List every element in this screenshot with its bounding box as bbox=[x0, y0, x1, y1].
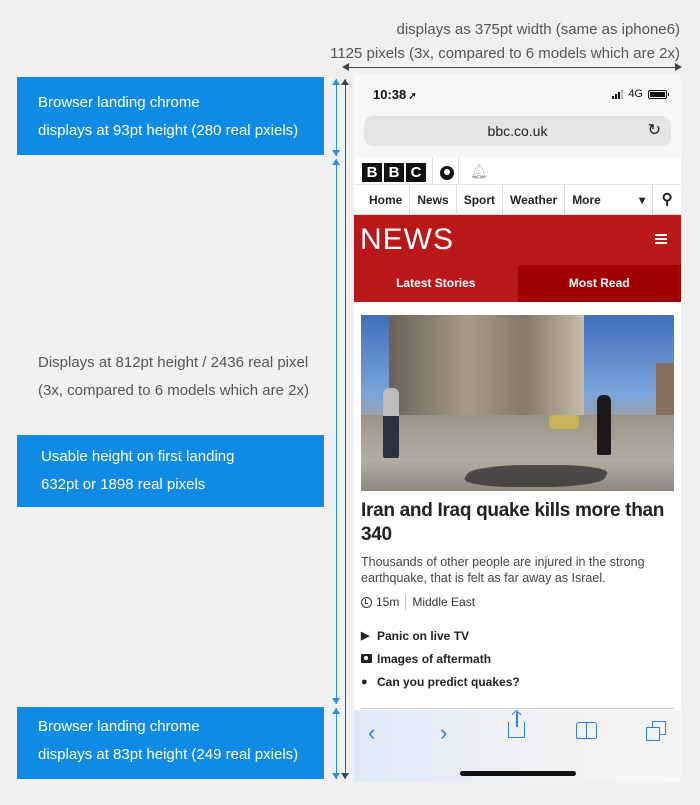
notification-bell-icon[interactable]: 🔔︎ bbox=[470, 163, 488, 180]
safari-toolbar: ‹ › bbox=[354, 710, 681, 782]
related-links: ▶ Panic on live TV Images of aftermath ● C… bbox=[361, 624, 674, 693]
story-meta: 15m Middle East bbox=[361, 594, 674, 610]
camera-icon bbox=[361, 654, 372, 663]
bbc-nav: Home News Sport Weather More ▾ ⚲ bbox=[354, 185, 681, 215]
story-summary: Thousands of other people are injured in… bbox=[361, 555, 645, 585]
top-chrome-height-arrow bbox=[332, 79, 340, 156]
width-arrow bbox=[342, 63, 682, 71]
network-type: 4G bbox=[628, 88, 643, 100]
story-age: 15m bbox=[376, 595, 400, 609]
bottom-chrome-height-arrow bbox=[332, 708, 340, 779]
tabs-icon[interactable] bbox=[646, 721, 666, 741]
total-height-line-2: (3x, compared to 6 models which are 2x) bbox=[38, 382, 309, 399]
usable-height-arrow bbox=[332, 159, 340, 704]
width-annotation: displays as 375pt width (same as iphone6… bbox=[330, 18, 680, 66]
related-link[interactable]: Images of aftermath bbox=[361, 647, 674, 670]
tab-most-read[interactable]: Most Read bbox=[517, 265, 681, 302]
related-label: Images of aftermath bbox=[377, 651, 492, 666]
top-story: Iran and Iraq quake kills more than 340 … bbox=[354, 315, 681, 718]
nav-sport[interactable]: Sport bbox=[457, 185, 504, 214]
related-link[interactable]: ● Can you predict quakes? bbox=[361, 670, 674, 693]
story-section-link[interactable]: Middle East bbox=[412, 595, 475, 609]
bbc-header: B B C 🔔︎ bbox=[354, 157, 681, 185]
usable-height-line-2: 632pt or 1898 real pixels bbox=[41, 476, 206, 493]
story-headline[interactable]: Iran and Iraq quake kills more than 340 bbox=[361, 499, 674, 547]
divider bbox=[405, 594, 407, 610]
bottom-chrome-line-1: Browser landing chrome bbox=[38, 718, 200, 735]
divider bbox=[361, 708, 674, 709]
story-image[interactable] bbox=[361, 315, 674, 491]
nav-home[interactable]: Home bbox=[362, 185, 411, 214]
logo-letter: C bbox=[406, 163, 426, 182]
news-banner: NEWS bbox=[354, 215, 681, 265]
nav-weather[interactable]: Weather bbox=[503, 185, 566, 214]
time-text: 10:38 bbox=[373, 87, 407, 102]
related-label: Can you predict quakes? bbox=[377, 674, 520, 689]
bottom-chrome-annotation: Browser landing chrome displays at 83pt … bbox=[17, 707, 324, 779]
nav-more-label: More bbox=[572, 193, 601, 207]
account-icon[interactable] bbox=[440, 166, 454, 180]
width-note-line-1: displays as 375pt width (same as iphone6… bbox=[396, 21, 681, 38]
status-indicators: 4G bbox=[612, 88, 669, 100]
address-bar[interactable]: bbc.co.uk ↻ bbox=[364, 116, 671, 146]
menu-icon[interactable] bbox=[655, 234, 667, 246]
divider bbox=[458, 157, 459, 185]
play-icon: ▶ bbox=[361, 630, 370, 642]
top-chrome-line-2: displays at 93pt height (280 real pxiels… bbox=[38, 122, 299, 139]
logo-letter: B bbox=[362, 163, 382, 182]
phone-screen: 10:38 ➚ 4G bbc.co.uk ↻ B B C 🔔︎ Home News… bbox=[354, 75, 681, 782]
bottom-chrome-line-2: displays at 83pt height (249 real pxiels… bbox=[38, 746, 299, 763]
bookmarks-icon[interactable] bbox=[576, 722, 598, 739]
nav-more[interactable]: More ▾ bbox=[565, 185, 654, 214]
bullet-icon: ● bbox=[361, 675, 368, 688]
total-height-annotation: Displays at 812pt height / 2436 real pix… bbox=[38, 349, 309, 405]
tab-latest-stories[interactable]: Latest Stories bbox=[354, 265, 518, 302]
news-tabs: Latest Stories Most Read bbox=[354, 265, 681, 302]
status-bar: 10:38 ➚ 4G bbox=[354, 75, 681, 113]
search-icon[interactable]: ⚲ bbox=[653, 185, 681, 214]
nav-news[interactable]: News bbox=[410, 185, 457, 214]
clock-icon bbox=[361, 596, 372, 608]
top-chrome-line-1: Browser landing chrome bbox=[38, 94, 200, 111]
top-chrome-annotation: Browser landing chrome displays at 93pt … bbox=[17, 77, 324, 155]
share-icon[interactable] bbox=[508, 712, 525, 738]
bbc-logo[interactable]: B B C bbox=[362, 163, 426, 182]
signal-icon bbox=[612, 89, 624, 99]
url-text: bbc.co.uk bbox=[487, 123, 548, 139]
address-bar-area: bbc.co.uk ↻ bbox=[354, 113, 681, 157]
usable-height-line-1: Usable height on first landing bbox=[41, 448, 235, 465]
usable-height-annotation: Usable height on first landing 632pt or … bbox=[17, 435, 324, 507]
back-icon[interactable]: ‹ bbox=[368, 720, 375, 746]
news-logo[interactable]: NEWS bbox=[360, 223, 454, 257]
total-height-line-1: Displays at 812pt height / 2436 real pix… bbox=[38, 354, 309, 371]
battery-icon bbox=[648, 89, 669, 99]
reload-icon[interactable]: ↻ bbox=[648, 116, 661, 146]
location-arrow-icon: ➚ bbox=[408, 91, 417, 102]
width-note-line-2: 1125 pixels (3x, compared to 6 models wh… bbox=[330, 45, 680, 62]
home-indicator[interactable] bbox=[460, 771, 576, 776]
clock-time: 10:38 ➚ bbox=[373, 87, 417, 102]
related-label: Panic on live TV bbox=[377, 628, 470, 643]
forward-icon[interactable]: › bbox=[440, 720, 447, 746]
chevron-down-icon: ▾ bbox=[639, 193, 646, 207]
divider bbox=[432, 157, 433, 185]
related-link[interactable]: ▶ Panic on live TV bbox=[361, 624, 674, 647]
total-height-arrow bbox=[341, 79, 349, 779]
logo-letter: B bbox=[384, 163, 404, 182]
